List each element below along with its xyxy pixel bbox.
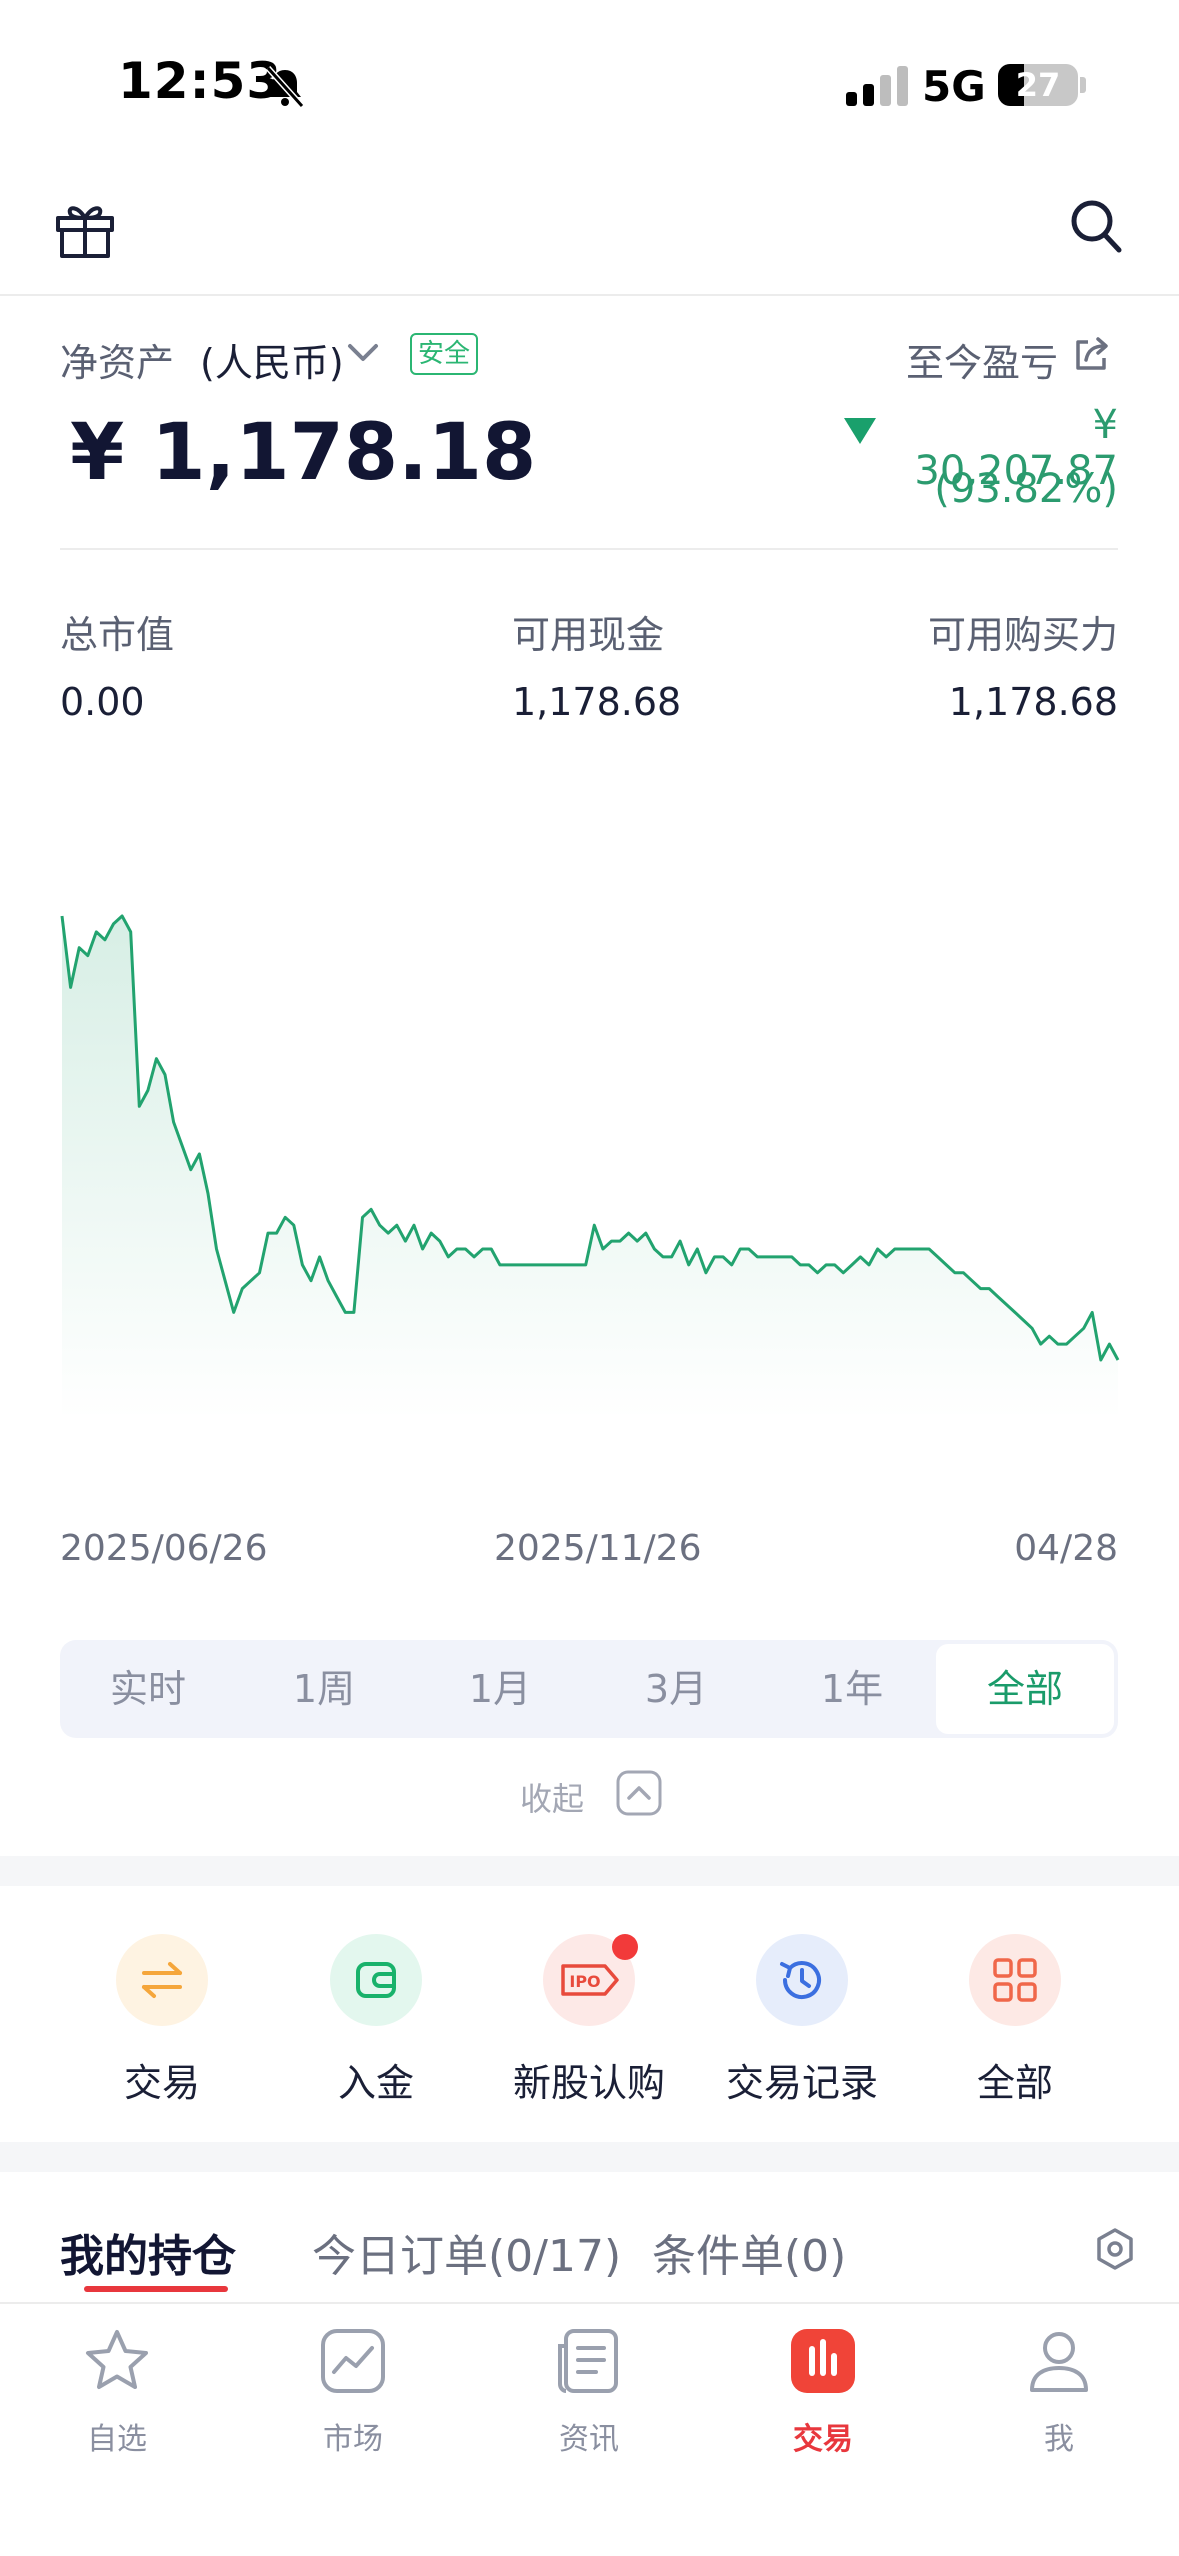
summary-divider [60,548,1118,550]
market-chart-icon[interactable] [318,2326,388,2396]
range-3m[interactable]: 3月 [588,1640,764,1738]
buying-power-label: 可用购买力 [927,613,1118,657]
chart-date-end: 04/28 [1014,1528,1118,1569]
pl-label: 至今盈亏 [905,341,1058,385]
ipo-icon: IPO [561,1964,619,1996]
market-value: 0.00 [60,680,145,724]
tab-conditional-orders[interactable]: 条件单(0) [652,2220,846,2284]
nav-trade[interactable]: 交易 [743,2414,903,2458]
notification-dot [612,1934,638,1960]
section-gap [0,2142,1179,2172]
grid-icon [993,1958,1037,2002]
chevron-down-icon[interactable] [346,338,380,368]
share-icon[interactable] [1072,334,1112,374]
range-1y[interactable]: 1年 [764,1640,940,1738]
chevron-up-icon[interactable] [616,1770,662,1816]
settings-icon[interactable] [1092,2226,1138,2272]
battery-tip [1080,77,1086,93]
collapse-label[interactable]: 收起 [520,1774,584,1820]
bell-muted-icon [265,65,305,109]
market-value-label: 总市值 [60,613,175,657]
history-icon [780,1961,821,2000]
available-cash-label: 可用现金 [512,613,665,657]
safe-badge: 安全 [410,333,479,375]
trade-bars-icon[interactable] [788,2326,858,2396]
tab-today-orders[interactable]: 今日订单(0/17) [312,2220,621,2284]
wallet-icon [356,1962,396,1998]
range-all[interactable]: 全部 [936,1644,1114,1734]
ipo-label[interactable]: 新股认购 [489,2052,689,2107]
trade-label[interactable]: 交易 [62,2052,262,2107]
battery-percent: 27 [1015,66,1061,104]
signal-icon [846,66,908,106]
nav-watchlist[interactable]: 自选 [37,2414,197,2458]
range-1w[interactable]: 1周 [236,1640,412,1738]
svg-text:IPO: IPO [569,1972,600,1991]
star-icon[interactable] [82,2326,152,2396]
chart-area-fill [62,916,1118,1420]
pl-percent: (93.82%) [934,466,1118,512]
gift-icon[interactable] [54,198,116,260]
down-triangle-icon [844,418,876,444]
search-icon[interactable] [1068,196,1124,256]
trade-history-label[interactable]: 交易记录 [702,2052,902,2107]
range-realtime[interactable]: 实时 [60,1640,236,1738]
currency-selector[interactable]: (人民币) [200,332,344,387]
nav-me[interactable]: 我 [979,2414,1139,2458]
range-1m[interactable]: 1月 [412,1640,588,1738]
net-assets-label: 净资产 [60,341,175,385]
nav-news[interactable]: 资讯 [509,2414,669,2458]
nav-market[interactable]: 市场 [273,2414,433,2458]
buying-power: 1,178.68 [948,680,1118,724]
news-icon[interactable] [554,2326,624,2396]
all-label[interactable]: 全部 [915,2052,1115,2107]
available-cash: 1,178.68 [512,680,682,724]
asset-chart[interactable] [60,880,1120,1420]
network-type: 5G [922,62,986,111]
header-divider [0,294,1179,296]
tabbar-divider [0,2302,1179,2304]
status-time: 12:53 [118,52,283,110]
chart-date-mid: 2025/11/26 [494,1528,702,1569]
chart-date-start: 2025/06/26 [60,1528,268,1569]
tab-active-indicator [84,2286,228,2292]
net-assets-value: ¥ 1,178.18 [70,408,537,498]
section-gap [0,1856,1179,1886]
swap-icon [142,1962,182,1998]
profile-icon[interactable] [1024,2326,1094,2396]
deposit-label[interactable]: 入金 [276,2052,476,2107]
tab-holdings[interactable]: 我的持仓 [60,2220,236,2284]
